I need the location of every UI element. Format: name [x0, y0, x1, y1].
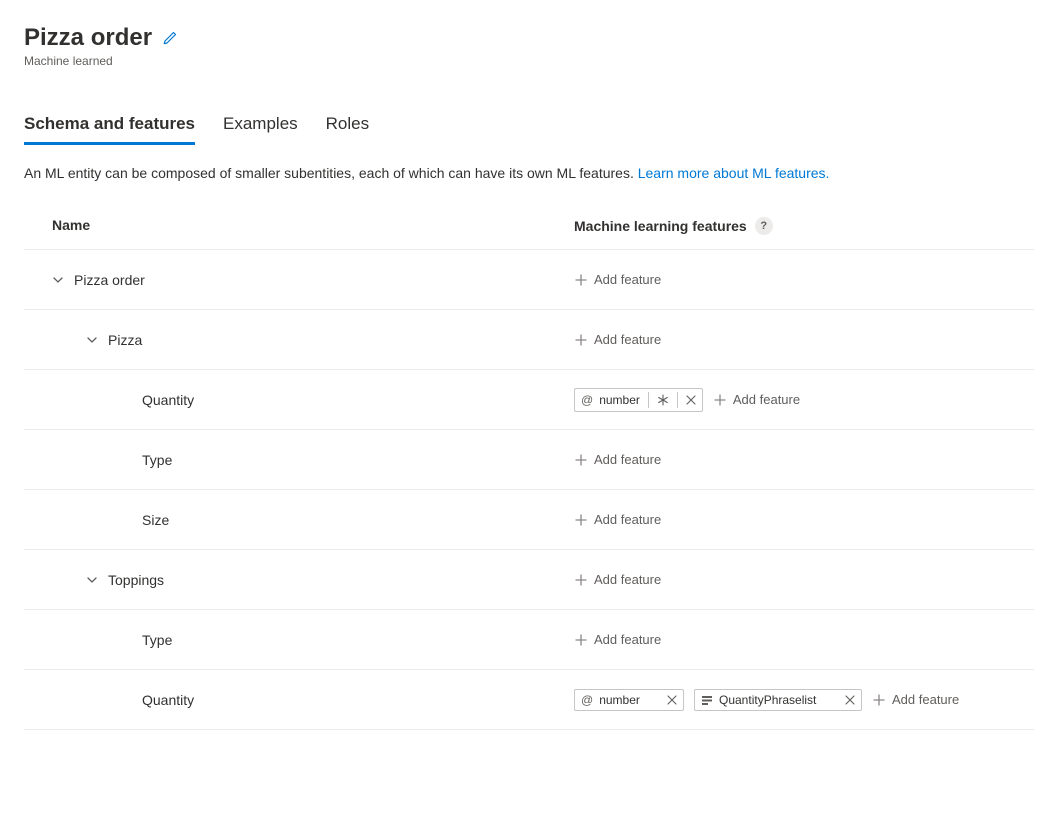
table-row: Type Add feature — [24, 430, 1034, 490]
plus-icon — [574, 333, 588, 347]
features-cell: Add feature — [574, 332, 661, 347]
plus-icon — [574, 573, 588, 587]
tab-roles[interactable]: Roles — [326, 114, 369, 145]
row-name-cell: Type — [52, 632, 574, 648]
close-icon[interactable] — [686, 395, 696, 405]
table-header: Name Machine learning features ? — [24, 217, 1034, 250]
chevron-down-icon[interactable] — [86, 334, 98, 346]
add-feature-button[interactable]: Add feature — [574, 572, 661, 587]
chevron-down-icon[interactable] — [86, 574, 98, 586]
entity-type-label: Machine learned — [24, 54, 1052, 68]
plus-icon — [574, 513, 588, 527]
table-row: Size Add feature — [24, 490, 1034, 550]
row-name-label[interactable]: Type — [142, 632, 172, 648]
page-title: Pizza order — [24, 24, 152, 52]
row-name-label[interactable]: Quantity — [142, 692, 194, 708]
row-name-cell: Size — [52, 512, 574, 528]
row-name-label[interactable]: Size — [142, 512, 169, 528]
table-row: Pizza order Add feature — [24, 250, 1034, 310]
features-cell: Add feature — [574, 512, 661, 527]
close-icon[interactable] — [667, 695, 677, 705]
features-cell: Add feature — [574, 272, 661, 287]
add-feature-button[interactable]: Add feature — [574, 272, 661, 287]
add-feature-button[interactable]: Add feature — [574, 332, 661, 347]
column-header-ml-features: Machine learning features ? — [574, 217, 773, 235]
feature-chip-phraselist[interactable]: QuantityPhraselist — [694, 689, 862, 711]
row-name-label[interactable]: Toppings — [108, 572, 164, 588]
add-feature-button[interactable]: Add feature — [574, 452, 661, 467]
feature-chip-label: QuantityPhraselist — [719, 693, 839, 707]
description-body: An ML entity can be composed of smaller … — [24, 165, 638, 181]
row-name-cell: Quantity — [52, 692, 574, 708]
add-feature-label: Add feature — [594, 452, 661, 467]
tab-examples[interactable]: Examples — [223, 114, 298, 145]
features-cell: Add feature — [574, 572, 661, 587]
list-icon — [701, 694, 713, 706]
asterisk-icon[interactable] — [657, 394, 669, 406]
plus-icon — [713, 393, 727, 407]
close-icon[interactable] — [845, 695, 855, 705]
tab-schema-and-features[interactable]: Schema and features — [24, 114, 195, 145]
row-name-label[interactable]: Quantity — [142, 392, 194, 408]
table-row: Pizza Add feature — [24, 310, 1034, 370]
table-row: Quantity @ number Add feature — [24, 370, 1034, 430]
add-feature-label: Add feature — [594, 332, 661, 347]
column-header-ml-label: Machine learning features — [574, 218, 747, 234]
row-name-cell: Pizza — [52, 332, 574, 348]
add-feature-label: Add feature — [892, 692, 959, 707]
entities-table: Name Machine learning features ? Pizza o… — [24, 217, 1034, 730]
table-row: Type Add feature — [24, 610, 1034, 670]
feature-chip-label: number — [599, 693, 661, 707]
row-name-cell: Type — [52, 452, 574, 468]
edit-icon[interactable] — [162, 30, 178, 46]
feature-chip-number[interactable]: @ number — [574, 689, 684, 711]
description-text: An ML entity can be composed of smaller … — [24, 165, 1052, 181]
row-name-label[interactable]: Pizza — [108, 332, 142, 348]
help-icon[interactable]: ? — [755, 217, 773, 235]
row-name-label[interactable]: Type — [142, 452, 172, 468]
table-row: Toppings Add feature — [24, 550, 1034, 610]
plus-icon — [574, 633, 588, 647]
add-feature-button[interactable]: Add feature — [872, 692, 959, 707]
add-feature-button[interactable]: Add feature — [713, 392, 800, 407]
tab-bar: Schema and features Examples Roles — [24, 114, 1052, 145]
row-name-label[interactable]: Pizza order — [74, 272, 145, 288]
plus-icon — [574, 273, 588, 287]
at-icon: @ — [581, 693, 593, 707]
features-cell: @ number Add feature — [574, 388, 800, 412]
add-feature-label: Add feature — [594, 512, 661, 527]
row-name-cell: Pizza order — [52, 272, 574, 288]
chevron-down-icon[interactable] — [52, 274, 64, 286]
add-feature-label: Add feature — [594, 632, 661, 647]
feature-chip-label: number — [599, 393, 640, 407]
add-feature-button[interactable]: Add feature — [574, 632, 661, 647]
row-name-cell: Quantity — [52, 392, 574, 408]
plus-icon — [872, 693, 886, 707]
column-header-name: Name — [52, 217, 574, 235]
features-cell: Add feature — [574, 632, 661, 647]
learn-more-link[interactable]: Learn more about ML features. — [638, 165, 830, 181]
features-cell: Add feature — [574, 452, 661, 467]
add-feature-label: Add feature — [733, 392, 800, 407]
row-name-cell: Toppings — [52, 572, 574, 588]
add-feature-label: Add feature — [594, 572, 661, 587]
feature-chip-number[interactable]: @ number — [574, 388, 703, 412]
table-row: Quantity @ number QuantityPhraselist — [24, 670, 1034, 730]
at-icon: @ — [581, 393, 593, 407]
add-feature-button[interactable]: Add feature — [574, 512, 661, 527]
add-feature-label: Add feature — [594, 272, 661, 287]
chip-divider — [648, 392, 649, 408]
chip-divider — [677, 392, 678, 408]
plus-icon — [574, 453, 588, 467]
features-cell: @ number QuantityPhraselist Add — [574, 689, 959, 711]
